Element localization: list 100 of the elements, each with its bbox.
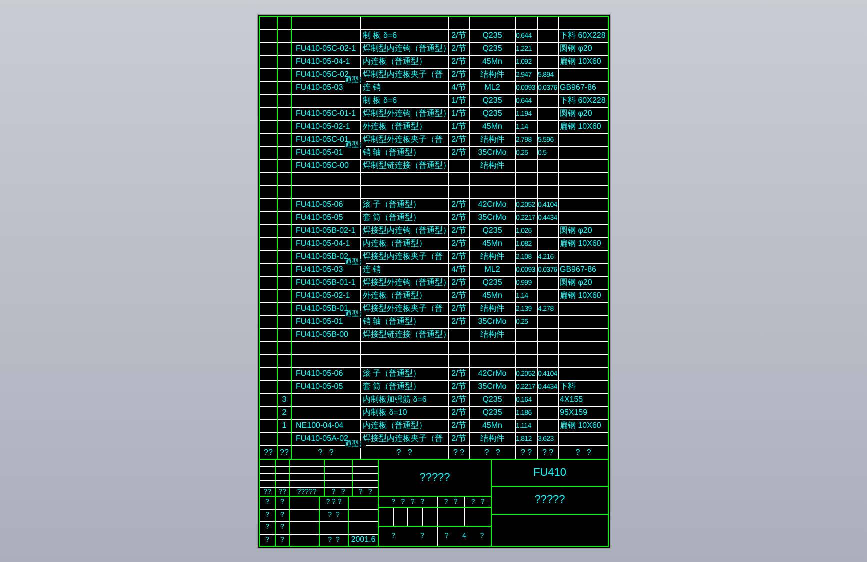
table-cell <box>292 17 361 30</box>
table-cell <box>278 290 292 303</box>
remark: GB967-86 <box>560 266 596 274</box>
table-cell <box>278 134 292 147</box>
quantity: 2/节 <box>452 409 466 417</box>
quantity: 2/节 <box>452 227 466 235</box>
column-heading: ? ? <box>484 448 500 456</box>
part-code: FU410-05-01 <box>296 318 344 326</box>
part-code: FU410-05-01 <box>296 149 344 157</box>
material: Q235 <box>482 32 502 40</box>
part-name: 套 筒（普通型） <box>363 383 422 391</box>
table-cell <box>516 173 538 186</box>
part-name: 内制板加强筋 δ=6 <box>363 396 427 404</box>
material: ML2 <box>484 84 500 92</box>
remark: GB967-86 <box>560 84 596 92</box>
part-code: FU410-05-02-1 <box>296 123 350 131</box>
material: Q235 <box>482 409 502 417</box>
part-code: FU410-05B-01-1 <box>296 279 356 287</box>
table-cell <box>278 69 292 82</box>
date-text: 2001.6 <box>351 536 376 544</box>
part-name: 焊接型内连板夹子（普 <box>363 253 443 261</box>
table-cell <box>278 342 292 355</box>
quantity: 2/节 <box>452 422 466 430</box>
material: 结构件 <box>480 435 504 443</box>
drawing-title: ????? <box>420 472 450 484</box>
part-name: 焊制型外连钩（普通型） <box>363 110 451 118</box>
drawing-number: FU410 <box>533 468 567 478</box>
table-cell <box>278 95 292 108</box>
material: 45Mn <box>482 240 502 248</box>
part-code: FU410-05-05 <box>296 383 344 391</box>
part-code: FU410-05-03 <box>296 266 344 274</box>
quantity: 1/节 <box>452 97 466 105</box>
remark: 圆钢 φ20 <box>560 279 592 287</box>
remark: 扁钢 10X60 <box>560 123 602 131</box>
quantity: 2/节 <box>452 318 466 326</box>
quantity: 2/节 <box>452 240 466 248</box>
table-cell <box>278 160 292 173</box>
table-cell <box>278 173 292 186</box>
remark: 扁钢 10X60 <box>560 292 602 300</box>
item-number: 2 <box>282 409 287 417</box>
part-code: FU410-05B-02-1 <box>296 227 356 235</box>
material: 35CrMo <box>478 214 507 222</box>
material: 42CrMo <box>478 370 507 378</box>
part-name: 焊制型链连接（普通型） <box>363 162 451 170</box>
part-name: 内制板 δ=10 <box>363 409 408 417</box>
table-cell <box>278 199 292 212</box>
table-cell <box>278 225 292 238</box>
part-name: 制 板 δ=6 <box>363 32 398 40</box>
table-cell <box>278 251 292 264</box>
material: 结构件 <box>480 253 504 261</box>
material: Q235 <box>482 110 502 118</box>
quantity: 2/节 <box>452 71 466 79</box>
part-name: 焊接型外连钩（普通型） <box>363 279 451 287</box>
remark: 扁钢 10X60 <box>560 240 602 248</box>
table-cell <box>278 30 292 43</box>
quantity: 4/节 <box>452 266 466 274</box>
quantity: 2/节 <box>452 149 466 157</box>
part-name: 内连板（普通型） <box>363 58 427 66</box>
column-heading: ? ? <box>396 448 412 456</box>
quantity: 2/节 <box>452 136 466 144</box>
part-name: 外连板（普通型） <box>363 292 427 300</box>
material: 42CrMo <box>478 201 507 209</box>
quantity: 2/节 <box>452 253 466 261</box>
table-cell <box>278 121 292 134</box>
part-name: 滚 子（普通型） <box>363 201 422 209</box>
part-name: 外连板（普通型） <box>363 123 427 131</box>
quantity: 2/节 <box>452 201 466 209</box>
column-heading: ? ? <box>318 448 334 456</box>
material: 结构件 <box>480 71 504 79</box>
part-name: 焊制型内连钩（普通型） <box>363 45 451 53</box>
part-code: FU410-05-06 <box>296 370 344 378</box>
table-cell <box>278 238 292 251</box>
table-cell <box>278 186 292 199</box>
quantity: 1/节 <box>452 123 466 131</box>
part-code: FU410-05C-00 <box>296 162 349 170</box>
quantity: 2/节 <box>452 214 466 222</box>
column-heading: ?? <box>280 448 289 456</box>
table-cell <box>278 355 292 368</box>
remark: 下料 60X228 <box>560 32 606 40</box>
part-name: 销 轴（普通型） <box>363 318 422 326</box>
material: 45Mn <box>482 58 502 66</box>
material: 45Mn <box>482 292 502 300</box>
part-name: 销 轴（普通型） <box>363 149 422 157</box>
material: Q235 <box>482 227 502 235</box>
remark: 圆钢 φ20 <box>560 227 592 235</box>
table-cell <box>278 212 292 225</box>
remark: 下料 60X228 <box>560 97 606 105</box>
part-name: 焊接型链连接（普通型） <box>363 331 451 339</box>
material: 45Mn <box>482 422 502 430</box>
part-name: 焊制型内连板夹子（普 <box>363 71 443 79</box>
quantity: 2/节 <box>452 305 466 313</box>
table-cell <box>278 147 292 160</box>
part-name: 焊制型外连板夹子（普 <box>363 136 443 144</box>
quantity: 2/节 <box>452 292 466 300</box>
material: Q235 <box>482 396 502 404</box>
part-code: FU410-05B-00 <box>296 331 348 339</box>
quantity: 4/节 <box>452 84 466 92</box>
part-code: FU410-05-05 <box>296 214 344 222</box>
material: 结构件 <box>480 305 504 313</box>
material: Q235 <box>482 45 502 53</box>
